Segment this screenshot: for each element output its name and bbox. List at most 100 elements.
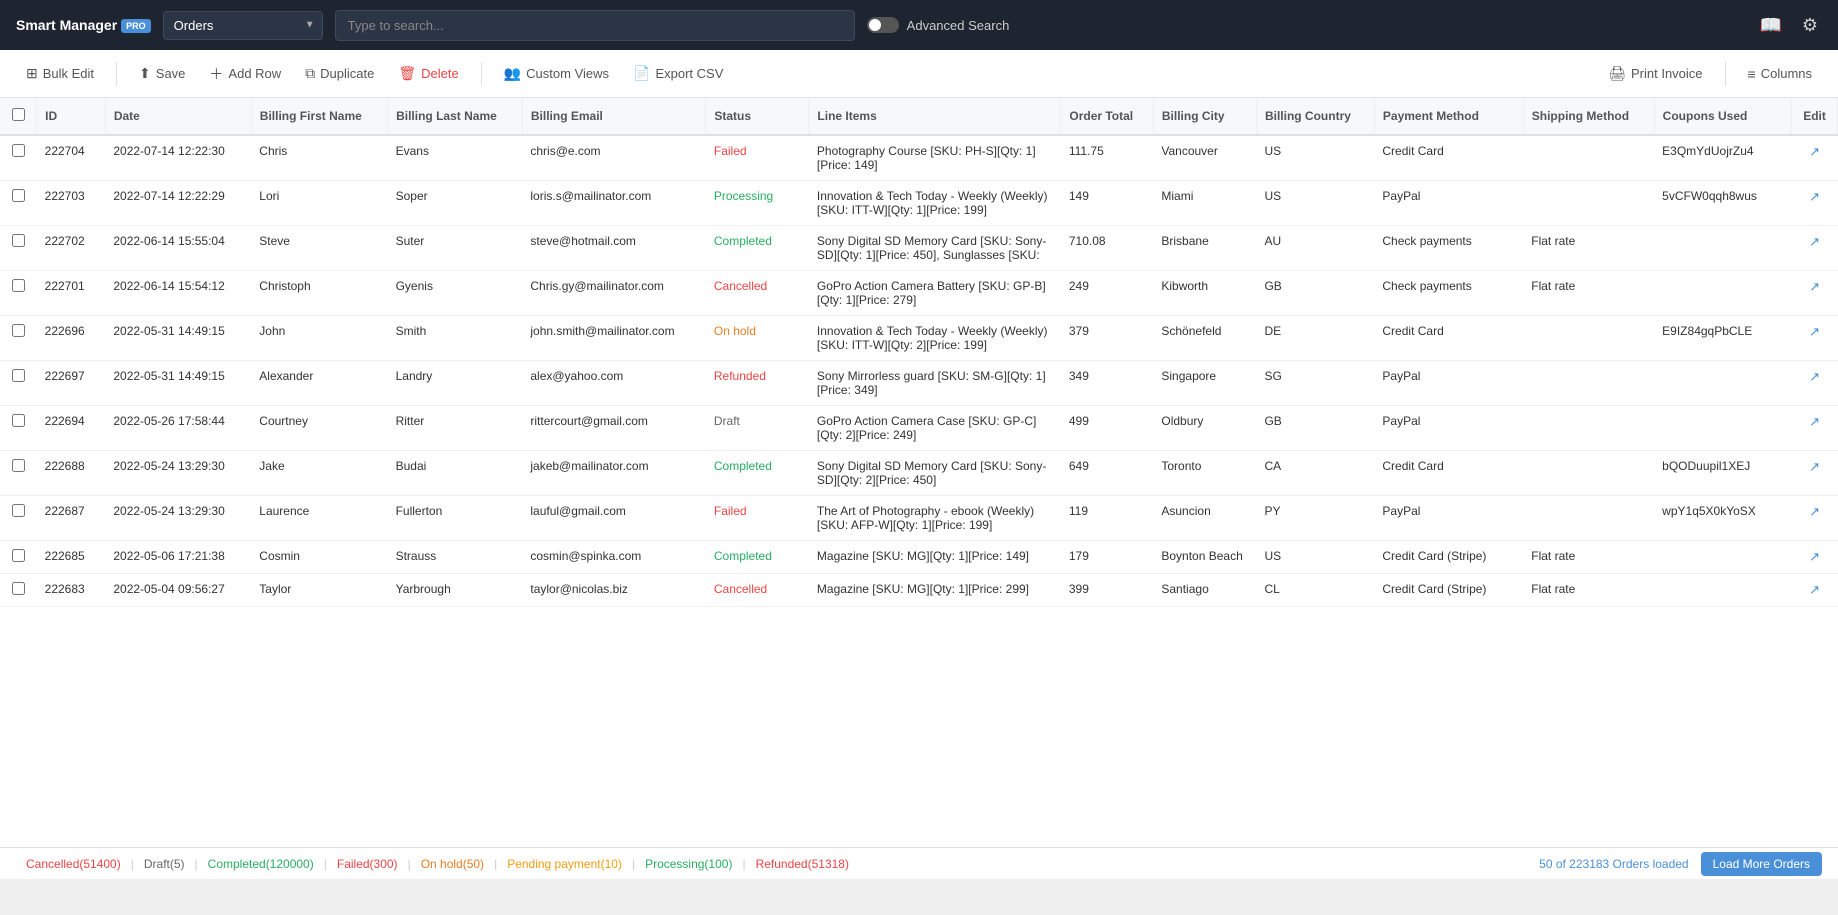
table-container[interactable]: ID Date Billing First Name Billing Last … (0, 98, 1838, 847)
row-line-items: GoPro Action Camera Case [SKU: GP-C][Qty… (809, 406, 1061, 451)
row-checkbox-cell[interactable] (0, 361, 37, 406)
columns-button[interactable]: ≡ Columns (1738, 60, 1822, 88)
row-id: 222694 (37, 406, 106, 451)
row-checkbox-cell[interactable] (0, 226, 37, 271)
row-first-name: Laurence (251, 496, 387, 541)
row-checkbox[interactable] (12, 279, 25, 292)
row-date: 2022-06-14 15:54:12 (105, 271, 251, 316)
row-checkbox[interactable] (12, 234, 25, 247)
row-edit-cell[interactable]: ↗ (1792, 574, 1838, 607)
table-row: 222703 2022-07-14 12:22:29 Lori Soper lo… (0, 181, 1838, 226)
row-edit-link[interactable]: ↗ (1809, 504, 1820, 519)
row-country: GB (1256, 406, 1374, 451)
select-all-checkbox[interactable] (12, 108, 25, 121)
row-checkbox[interactable] (12, 504, 25, 517)
print-invoice-button[interactable]: 🖨 Print Invoice (1598, 59, 1712, 88)
row-edit-cell[interactable]: ↗ (1792, 496, 1838, 541)
row-country: DE (1256, 316, 1374, 361)
status-pending[interactable]: Pending payment(10) (497, 857, 632, 871)
row-edit-link[interactable]: ↗ (1809, 582, 1820, 597)
row-checkbox[interactable] (12, 582, 25, 595)
advanced-search-toggle[interactable]: Advanced Search (867, 17, 1010, 33)
row-checkbox-cell[interactable] (0, 316, 37, 361)
row-checkbox-cell[interactable] (0, 271, 37, 316)
row-edit-cell[interactable]: ↗ (1792, 451, 1838, 496)
row-edit-cell[interactable]: ↗ (1792, 406, 1838, 451)
export-csv-button[interactable]: 📄 Export CSV (623, 59, 733, 88)
row-country: AU (1256, 226, 1374, 271)
status-onhold[interactable]: On hold(50) (411, 857, 494, 871)
row-coupons (1654, 574, 1791, 607)
status-failed[interactable]: Failed(300) (327, 857, 408, 871)
row-date: 2022-05-31 14:49:15 (105, 361, 251, 406)
row-edit-link[interactable]: ↗ (1809, 234, 1820, 249)
row-edit-cell[interactable]: ↗ (1792, 361, 1838, 406)
status-refunded[interactable]: Refunded(51318) (746, 857, 859, 871)
row-checkbox[interactable] (12, 189, 25, 202)
row-edit-link[interactable]: ↗ (1809, 369, 1820, 384)
export-csv-icon: 📄 (633, 65, 650, 82)
bulk-edit-button[interactable]: ⊞ Bulk Edit (16, 59, 104, 88)
row-edit-cell[interactable]: ↗ (1792, 271, 1838, 316)
row-payment: PayPal (1374, 406, 1523, 451)
row-edit-link[interactable]: ↗ (1809, 324, 1820, 339)
row-edit-link[interactable]: ↗ (1809, 459, 1820, 474)
search-input[interactable] (335, 10, 855, 41)
row-checkbox[interactable] (12, 414, 25, 427)
book-icon[interactable]: 📖 (1755, 11, 1785, 40)
row-date: 2022-05-04 09:56:27 (105, 574, 251, 607)
row-edit-link[interactable]: ↗ (1809, 189, 1820, 204)
th-billing-country: Billing Country (1256, 98, 1374, 135)
status-completed[interactable]: Completed(120000) (198, 857, 324, 871)
row-shipping (1523, 181, 1654, 226)
row-checkbox-cell[interactable] (0, 451, 37, 496)
advanced-search-label: Advanced Search (907, 18, 1010, 33)
row-checkbox[interactable] (12, 369, 25, 382)
table-row: 222683 2022-05-04 09:56:27 Taylor Yarbro… (0, 574, 1838, 607)
row-checkbox-cell[interactable] (0, 541, 37, 574)
row-checkbox-cell[interactable] (0, 496, 37, 541)
row-checkbox[interactable] (12, 549, 25, 562)
row-id: 222704 (37, 135, 106, 181)
row-checkbox-cell[interactable] (0, 574, 37, 607)
delete-button[interactable]: 🗑 Delete (388, 59, 468, 88)
row-edit-link[interactable]: ↗ (1809, 144, 1820, 159)
row-checkbox[interactable] (12, 144, 25, 157)
custom-views-button[interactable]: 👥 Custom Views (494, 59, 619, 88)
entity-select-wrapper[interactable]: Orders Products Customers Coupons (163, 11, 323, 40)
row-total: 119 (1061, 496, 1154, 541)
save-icon: ⬆ (139, 65, 151, 82)
status-cancelled[interactable]: Cancelled(51400) (16, 857, 131, 871)
row-checkbox-cell[interactable] (0, 406, 37, 451)
row-city: Boynton Beach (1153, 541, 1256, 574)
status-draft[interactable]: Draft(5) (134, 857, 195, 871)
advanced-search-switch[interactable] (867, 17, 899, 33)
gear-icon[interactable]: ⚙ (1798, 11, 1822, 40)
add-row-button[interactable]: ＋ Add Row (199, 58, 291, 90)
toolbar-sep-1 (116, 62, 117, 86)
row-checkbox-cell[interactable] (0, 181, 37, 226)
load-more-button[interactable]: Load More Orders (1701, 852, 1822, 876)
row-edit-cell[interactable]: ↗ (1792, 181, 1838, 226)
th-checkbox[interactable] (0, 98, 37, 135)
row-last-name: Suter (388, 226, 523, 271)
row-edit-cell[interactable]: ↗ (1792, 135, 1838, 181)
row-total: 649 (1061, 451, 1154, 496)
row-edit-cell[interactable]: ↗ (1792, 316, 1838, 361)
row-checkbox[interactable] (12, 459, 25, 472)
row-coupons: E9IZ84gqPbCLE (1654, 316, 1791, 361)
status-processing[interactable]: Processing(100) (635, 857, 742, 871)
entity-select[interactable]: Orders Products Customers Coupons (163, 11, 323, 40)
row-edit-link[interactable]: ↗ (1809, 414, 1820, 429)
toolbar-sep-2 (481, 62, 482, 86)
row-edit-link[interactable]: ↗ (1809, 279, 1820, 294)
row-checkbox-cell[interactable] (0, 135, 37, 181)
row-edit-cell[interactable]: ↗ (1792, 541, 1838, 574)
row-edit-link[interactable]: ↗ (1809, 549, 1820, 564)
duplicate-button[interactable]: ⧉ Duplicate (295, 59, 384, 88)
row-checkbox[interactable] (12, 324, 25, 337)
save-button[interactable]: ⬆ Save (129, 59, 195, 88)
status-bar: Cancelled(51400) | Draft(5) | Completed(… (0, 847, 1838, 879)
row-edit-cell[interactable]: ↗ (1792, 226, 1838, 271)
row-shipping: Flat rate (1523, 226, 1654, 271)
